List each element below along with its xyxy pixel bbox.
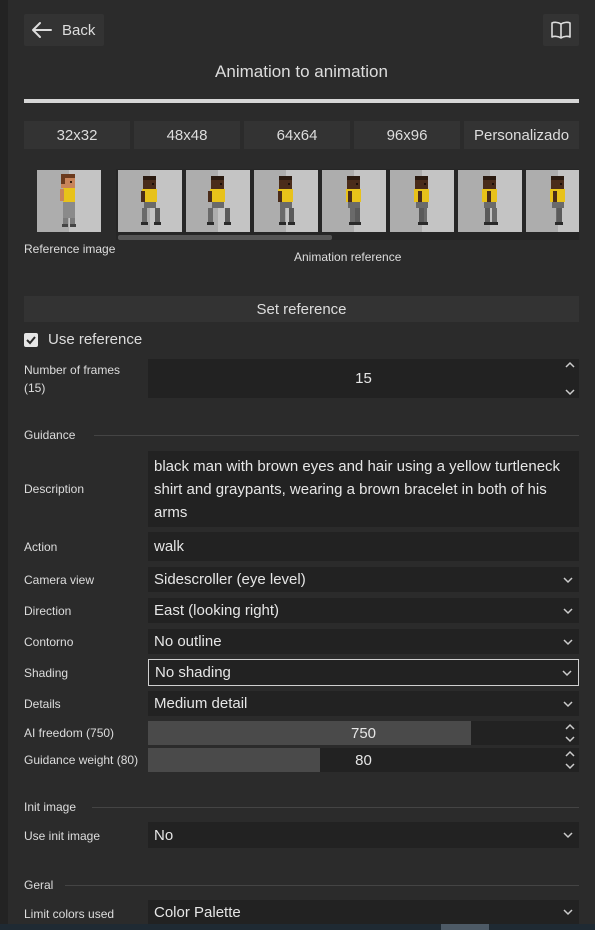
- chevron-down-icon: [563, 576, 573, 583]
- animation-frame[interactable]: [526, 170, 579, 232]
- decrement-icon[interactable]: [565, 735, 575, 743]
- camera-view-label: Camera view: [24, 573, 95, 587]
- frames-scrollbar[interactable]: [118, 235, 332, 240]
- camera-view-value: Sidescroller (eye level): [154, 571, 306, 588]
- direction-select[interactable]: East (looking right): [148, 598, 579, 623]
- chevron-down-icon: [563, 832, 573, 839]
- details-select[interactable]: Medium detail: [148, 691, 579, 716]
- shading-select[interactable]: No shading: [148, 659, 579, 686]
- increment-icon[interactable]: [565, 750, 575, 758]
- arrow-left-icon: [32, 22, 52, 38]
- set-reference-button[interactable]: Set reference: [24, 296, 579, 322]
- frames-value: 15: [355, 370, 372, 387]
- guidance-weight-label: Guidance weight (80): [24, 753, 139, 767]
- ai-freedom-value: 750: [350, 724, 377, 742]
- camera-view-select[interactable]: Sidescroller (eye level): [148, 567, 579, 592]
- limit-colors-value: Color Palette: [154, 903, 241, 921]
- animation-frame[interactable]: [186, 170, 250, 232]
- outline-value: No outline: [154, 633, 222, 650]
- animation-frame[interactable]: [118, 170, 182, 232]
- init-image-divider: [92, 807, 579, 808]
- frames-stepper[interactable]: 15: [148, 359, 579, 398]
- limit-colors-select[interactable]: Color Palette: [148, 900, 579, 924]
- animation-frame[interactable]: [390, 170, 454, 232]
- size-64-button[interactable]: 64x64: [244, 121, 350, 149]
- use-init-image-value: No: [154, 826, 174, 844]
- outline-select[interactable]: No outline: [148, 629, 579, 654]
- description-label: Description: [24, 482, 85, 496]
- size-custom-button[interactable]: Personalizado: [464, 121, 579, 149]
- guidance-divider: [94, 435, 579, 436]
- action-label: Action: [24, 540, 58, 554]
- guidance-section-title: Guidance: [24, 428, 76, 442]
- left-edge-bar: [0, 0, 8, 930]
- page-title: Animation to animation: [215, 62, 388, 81]
- guidance-weight-value: 80: [355, 751, 372, 769]
- geral-divider: [65, 885, 579, 886]
- increment-icon[interactable]: [565, 723, 575, 731]
- chevron-down-icon: [563, 700, 573, 707]
- frames-label: Number of frames (15): [24, 363, 121, 395]
- back-button[interactable]: Back: [24, 14, 104, 46]
- shading-label: Shading: [24, 666, 69, 680]
- animation-frame[interactable]: [458, 170, 522, 232]
- use-reference-checkbox[interactable]: [24, 333, 38, 347]
- action-input[interactable]: walk: [148, 532, 579, 561]
- chevron-down-icon: [563, 638, 573, 645]
- book-icon: [551, 21, 571, 39]
- guidance-weight-slider[interactable]: 80: [148, 748, 579, 772]
- decrement-icon[interactable]: [565, 388, 575, 396]
- check-icon: [26, 336, 36, 345]
- decrement-icon[interactable]: [565, 762, 575, 770]
- shading-value: No shading: [155, 664, 231, 681]
- reference-image-caption: Reference image: [24, 242, 116, 256]
- limit-colors-label: Limit colors used: [24, 907, 115, 921]
- chevron-down-icon: [562, 669, 572, 676]
- animation-frame[interactable]: [322, 170, 386, 232]
- back-button-label: Back: [62, 21, 96, 39]
- animation-frame[interactable]: [254, 170, 318, 232]
- description-textarea[interactable]: black man with brown eyes and hair using…: [148, 451, 579, 527]
- geral-section-title: Geral: [24, 878, 54, 892]
- details-value: Medium detail: [154, 695, 248, 712]
- size-32-button[interactable]: 32x32: [24, 121, 130, 149]
- ai-freedom-label: AI freedom (750): [24, 726, 115, 740]
- animation-reference-caption: Animation reference: [294, 250, 402, 264]
- use-init-image-select[interactable]: No: [148, 822, 579, 848]
- bottom-scrollbar-track[interactable]: [0, 924, 595, 930]
- reference-image[interactable]: [37, 170, 101, 232]
- bottom-scrollbar-thumb[interactable]: [441, 924, 489, 930]
- title-divider: [24, 99, 579, 103]
- size-48-button[interactable]: 48x48: [134, 121, 240, 149]
- documentation-button[interactable]: [543, 14, 579, 46]
- direction-label: Direction: [24, 604, 72, 618]
- use-reference-label: Use reference: [48, 331, 143, 348]
- chevron-down-icon: [563, 909, 573, 916]
- outline-label: Contorno: [24, 635, 74, 649]
- size-96-button[interactable]: 96x96: [354, 121, 460, 149]
- use-init-image-label: Use init image: [24, 829, 101, 843]
- init-image-section-title: Init image: [24, 800, 77, 814]
- ai-freedom-slider[interactable]: 750: [148, 721, 579, 745]
- details-label: Details: [24, 697, 61, 711]
- chevron-down-icon: [563, 607, 573, 614]
- increment-icon[interactable]: [565, 361, 575, 369]
- direction-value: East (looking right): [154, 602, 280, 619]
